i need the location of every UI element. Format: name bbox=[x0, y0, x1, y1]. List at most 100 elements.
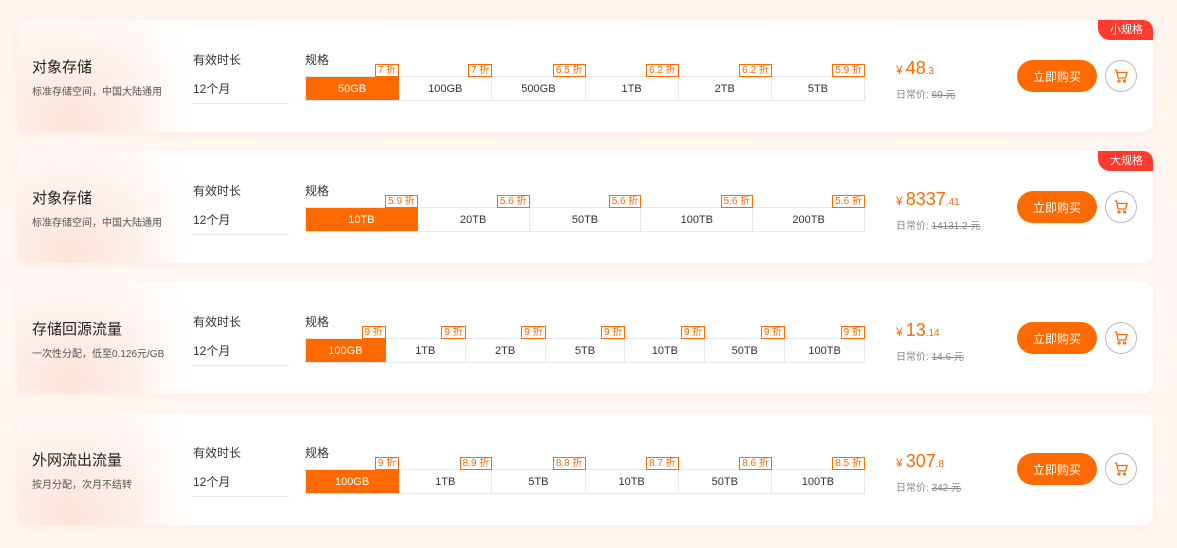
discount-badge: 5.9 折 bbox=[832, 64, 866, 77]
spec-option-label: 5TB bbox=[528, 475, 549, 488]
spec-option-label: 200TB bbox=[792, 213, 825, 226]
spec-option[interactable]: 5TB 5.9 折 bbox=[771, 64, 866, 100]
product-subtitle: 标准存储空间，中国大陆通用 bbox=[32, 87, 162, 98]
product-card-origin-traffic: 存储回源流量 一次性分配，低至0.126元/GB 有效时长 12个月 规格 10… bbox=[17, 282, 1153, 394]
original-price: 日常价: 69 元 bbox=[896, 86, 955, 101]
spec-options: 100GB 9 折 1TB 8.9 折 5TB 8.8 折 10TB 8.7 折 50T… bbox=[305, 457, 866, 494]
price-integer: 307 bbox=[905, 451, 936, 471]
discount-badge: 6.5 折 bbox=[552, 64, 586, 77]
product-subtitle: 标准存储空间，中国大陆通用 bbox=[32, 218, 162, 229]
duration-select[interactable]: 12个月 bbox=[193, 211, 289, 235]
spec-option-label: 10TB bbox=[618, 475, 645, 488]
buy-now-button[interactable]: 立即购买 bbox=[1017, 191, 1097, 223]
duration-select[interactable]: 12个月 bbox=[193, 473, 289, 497]
add-to-cart-button[interactable] bbox=[1105, 60, 1137, 92]
duration-label: 有效时长 bbox=[193, 53, 242, 67]
spec-label: 规格 bbox=[305, 315, 330, 329]
spec-option[interactable]: 20TB 5.6 折 bbox=[417, 195, 530, 231]
spec-option-label: 1TB bbox=[621, 82, 642, 95]
original-price-label: 日常价: bbox=[896, 90, 929, 101]
spec-option-label: 10TB bbox=[651, 344, 679, 357]
discount-badge: 5.9 折 bbox=[385, 195, 418, 208]
original-price-value: 14131.2 元 bbox=[931, 221, 981, 232]
spec-option[interactable]: 50TB 9 折 bbox=[705, 326, 786, 362]
duration-select[interactable]: 12个月 bbox=[193, 80, 289, 104]
size-tag: 大规格 bbox=[1098, 151, 1153, 171]
currency-symbol: ¥ bbox=[896, 456, 903, 470]
buy-now-button[interactable]: 立即购买 bbox=[1017, 322, 1097, 354]
spec-option[interactable]: 2TB 6.2 折 bbox=[678, 64, 772, 100]
spec-option[interactable]: 500GB 6.5 折 bbox=[492, 64, 586, 100]
original-price: 日常价: 342 元 bbox=[896, 479, 961, 494]
duration-label: 有效时长 bbox=[193, 315, 242, 329]
product-title: 对象存储 bbox=[32, 190, 93, 207]
discount-badge: 9 折 bbox=[361, 326, 386, 339]
spec-option[interactable]: 50TB 5.6 折 bbox=[529, 195, 642, 231]
duration-label: 有效时长 bbox=[193, 446, 242, 460]
cart-icon bbox=[1114, 462, 1128, 476]
discount-badge: 9 折 bbox=[680, 326, 706, 339]
discount-badge: 5.6 折 bbox=[832, 195, 865, 208]
discount-badge: 6.2 折 bbox=[646, 64, 679, 77]
discount-badge: 5.6 折 bbox=[608, 195, 642, 208]
add-to-cart-button[interactable] bbox=[1105, 453, 1137, 485]
product-subtitle: 按月分配，次月不结转 bbox=[32, 480, 132, 491]
spec-option-label: 2TB bbox=[714, 82, 735, 95]
product-card-object-storage-large: 对象存储 标准存储空间，中国大陆通用 有效时长 12个月 规格 10TB 5.9 … bbox=[17, 151, 1153, 263]
spec-option[interactable]: 1TB 6.2 折 bbox=[585, 64, 679, 100]
spec-option[interactable]: 1TB 9 折 bbox=[385, 326, 466, 362]
price: ¥8337.41 bbox=[896, 189, 960, 210]
discount-badge: 9 折 bbox=[521, 326, 546, 339]
spec-option-label: 50TB bbox=[711, 475, 738, 488]
original-price: 日常价: 14.6 元 bbox=[896, 348, 964, 363]
buy-now-button[interactable]: 立即购买 bbox=[1017, 453, 1097, 485]
add-to-cart-button[interactable] bbox=[1105, 191, 1137, 223]
product-title: 存储回源流量 bbox=[32, 321, 123, 338]
original-price-label: 日常价: bbox=[896, 483, 929, 494]
discount-badge: 8.8 折 bbox=[552, 457, 586, 470]
spec-option[interactable]: 50GB 7 折 bbox=[306, 64, 400, 100]
spec-option-label: 100GB bbox=[328, 344, 363, 357]
cart-icon bbox=[1114, 200, 1128, 214]
spec-option[interactable]: 1TB 8.9 折 bbox=[399, 457, 493, 493]
spec-options: 10TB 5.9 折 20TB 5.6 折 50TB 5.6 折 100TB 5.6 折… bbox=[305, 195, 865, 232]
spec-option[interactable]: 10TB 8.7 折 bbox=[585, 457, 679, 493]
discount-badge: 5.6 折 bbox=[720, 195, 754, 208]
discount-badge: 9 折 bbox=[601, 326, 626, 339]
spec-option[interactable]: 10TB 9 折 bbox=[625, 326, 706, 362]
product-card-object-storage-small: 对象存储 标准存储空间，中国大陆通用 有效时长 12个月 规格 50GB 7 折 … bbox=[17, 20, 1153, 132]
spec-option-label: 50GB bbox=[338, 82, 367, 95]
price-decimal: .3 bbox=[925, 66, 935, 77]
spec-option[interactable]: 100TB 8.5 折 bbox=[771, 457, 866, 493]
spec-option[interactable]: 100GB 7 折 bbox=[399, 64, 493, 100]
original-price-value: 69 元 bbox=[931, 90, 956, 101]
spec-option[interactable]: 5TB 9 折 bbox=[545, 326, 626, 362]
spec-option[interactable]: 50TB 8.6 折 bbox=[678, 457, 772, 493]
price-decimal: .14 bbox=[925, 328, 940, 339]
price-decimal: .41 bbox=[945, 197, 960, 208]
spec-option[interactable]: 5TB 8.8 折 bbox=[492, 457, 586, 493]
spec-option[interactable]: 100TB 9 折 bbox=[785, 326, 866, 362]
price-integer: 13 bbox=[905, 320, 926, 340]
spec-option[interactable]: 100GB 9 折 bbox=[306, 326, 386, 362]
spec-label: 规格 bbox=[305, 53, 330, 67]
spec-option[interactable]: 100GB 9 折 bbox=[306, 457, 400, 493]
spec-option[interactable]: 10TB 5.9 折 bbox=[306, 195, 418, 231]
discount-badge: 9 折 bbox=[760, 326, 786, 339]
spec-option[interactable]: 2TB 9 折 bbox=[465, 326, 546, 362]
spec-option-label: 500GB bbox=[521, 82, 556, 95]
price: ¥48.3 bbox=[896, 58, 934, 79]
spec-option[interactable]: 200TB 5.6 折 bbox=[753, 195, 865, 231]
original-price-value: 14.6 元 bbox=[931, 352, 964, 363]
spec-option[interactable]: 100TB 5.6 折 bbox=[641, 195, 754, 231]
add-to-cart-button[interactable] bbox=[1105, 322, 1137, 354]
spec-label: 规格 bbox=[305, 184, 330, 198]
product-subtitle: 一次性分配，低至0.126元/GB bbox=[32, 349, 165, 360]
discount-badge: 9 折 bbox=[374, 457, 400, 470]
buy-now-button[interactable]: 立即购买 bbox=[1017, 60, 1097, 92]
spec-option-label: 100GB bbox=[334, 475, 370, 488]
discount-badge: 8.7 折 bbox=[646, 457, 679, 470]
duration-select[interactable]: 12个月 bbox=[193, 342, 289, 366]
spec-options: 100GB 9 折 1TB 9 折 2TB 9 折 5TB 9 折 10TB 9 折 50… bbox=[305, 326, 866, 363]
spec-options: 50GB 7 折 100GB 7 折 500GB 6.5 折 1TB 6.2 折 2TB… bbox=[305, 64, 866, 101]
